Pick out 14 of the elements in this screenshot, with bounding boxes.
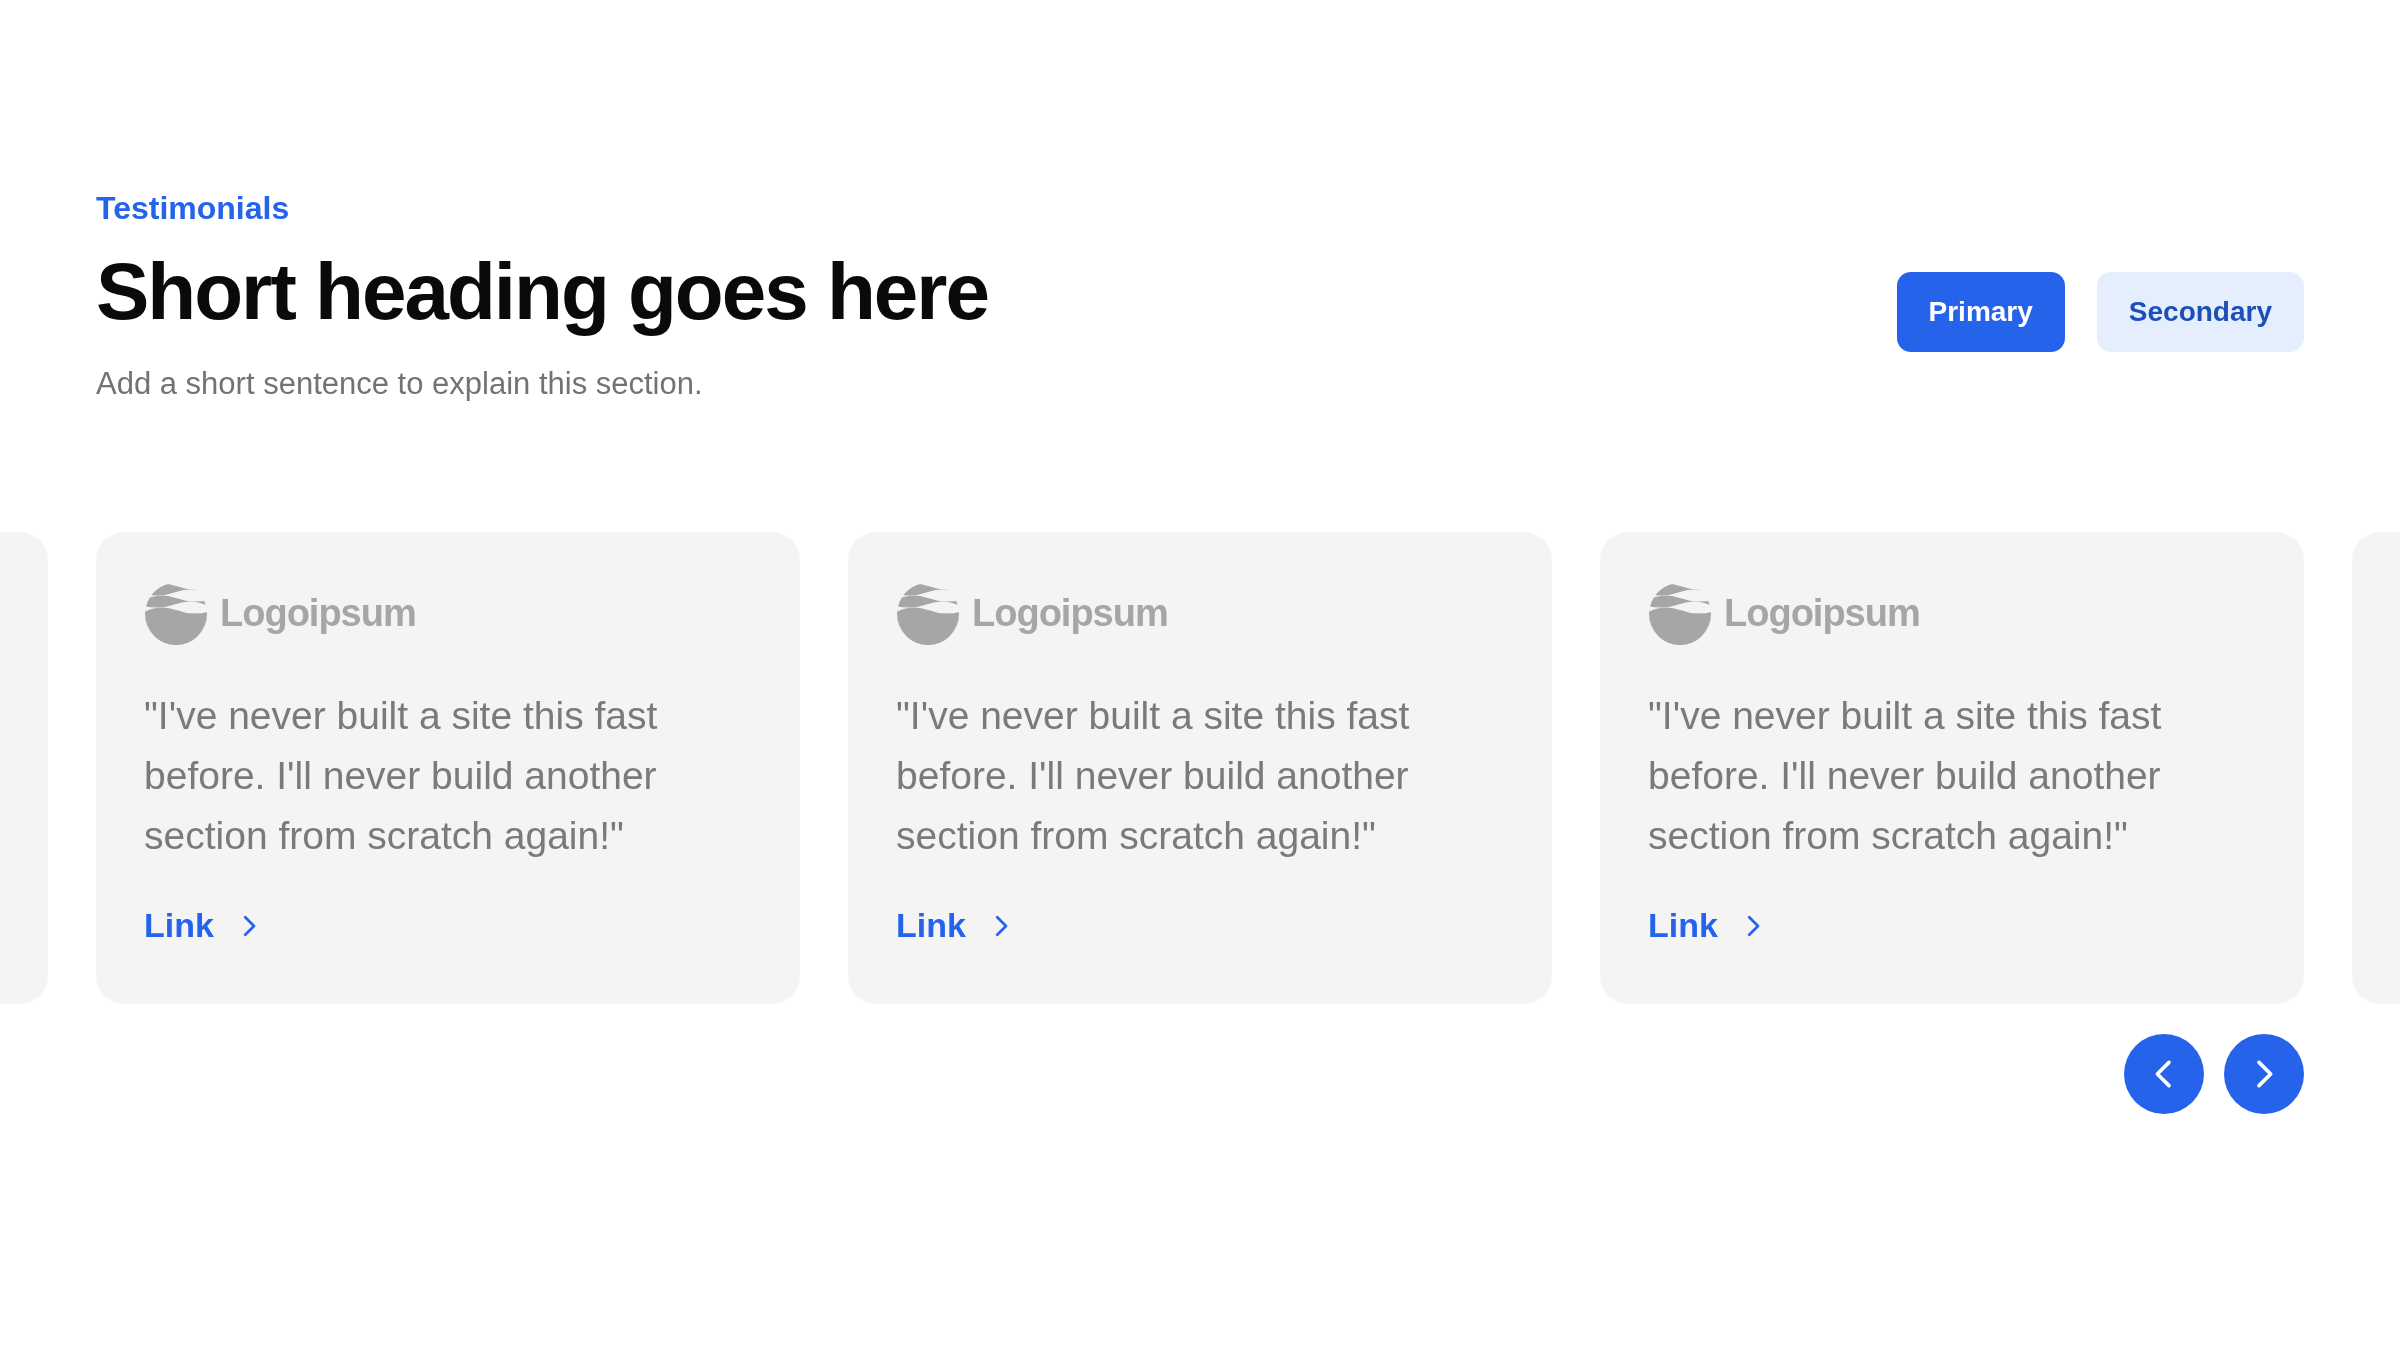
section-eyebrow: Testimonials — [96, 189, 290, 228]
primary-button[interactable]: Primary — [1896, 272, 2065, 352]
logo-text: Logoipsum — [220, 591, 416, 635]
logo-text: Logoipsum — [972, 591, 1168, 635]
testimonial-quote: "I've never built a site this fast before. I'll never build another section from scratch again!" — [1648, 693, 2163, 859]
secondary-button[interactable]: Secondary — [2096, 272, 2304, 352]
section-heading: Short heading goes here — [96, 246, 988, 338]
testimonial-link[interactable]: Link — [896, 906, 1016, 945]
testimonial-quote: "I've never built a site this fast before. I'll never build another section from scratch again!" — [896, 693, 1411, 859]
logo-text: Logoipsum — [1724, 591, 1920, 635]
section-subtitle: Add a short sentence to explain this section. — [96, 365, 703, 403]
testimonial-link[interactable]: Link — [144, 906, 264, 945]
testimonial-quote: "I've never built a site this fast before. I'll never build another section from scratch again!" — [144, 693, 659, 859]
testimonial-link[interactable]: Link — [1648, 906, 1768, 945]
